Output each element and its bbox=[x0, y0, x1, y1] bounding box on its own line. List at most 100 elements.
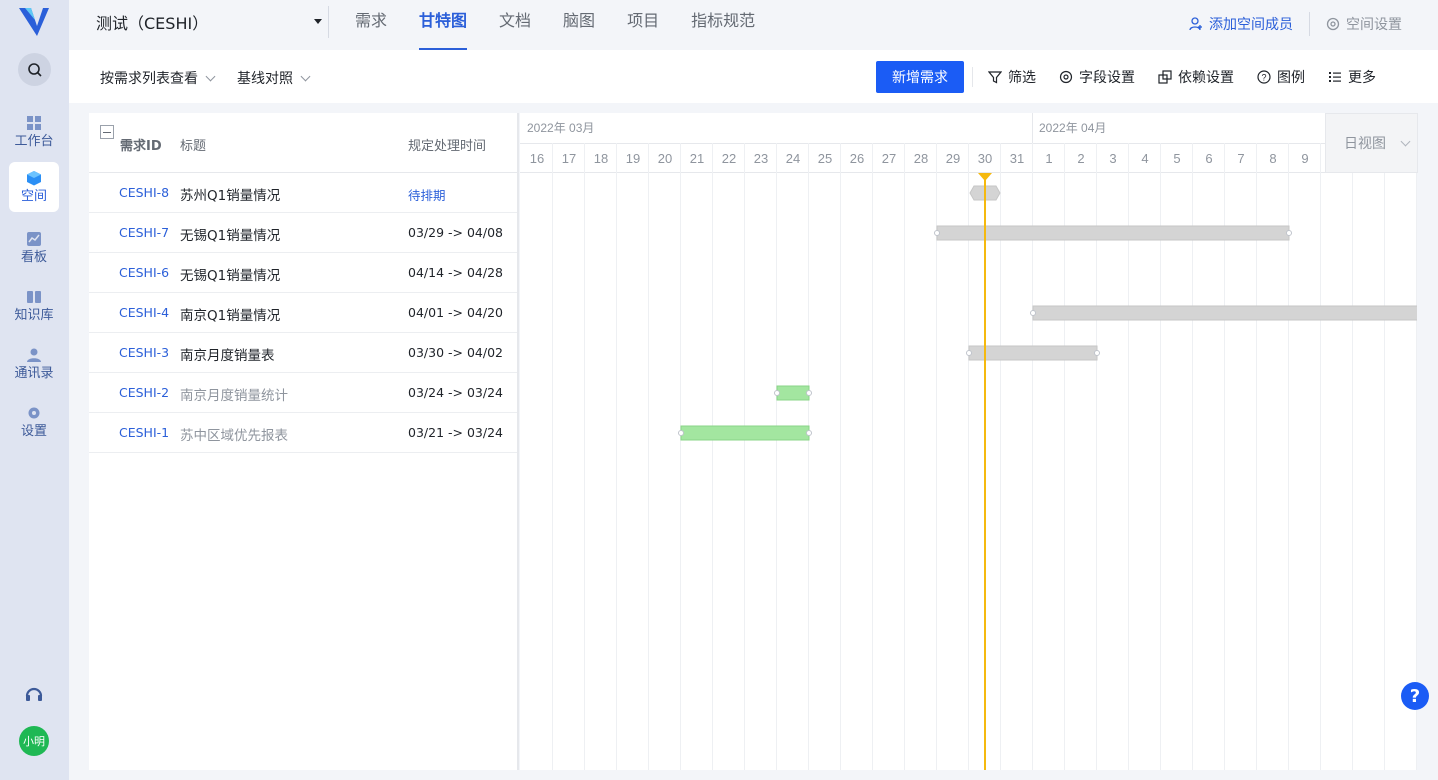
requirement-id-link[interactable]: CESHI-8 bbox=[119, 185, 169, 200]
requirement-title[interactable]: 苏中区域优先报表 bbox=[180, 424, 288, 444]
day-label: 6 bbox=[1205, 151, 1212, 166]
chevron-down-icon bbox=[1400, 136, 1411, 146]
gear-icon bbox=[26, 405, 42, 421]
tab-projects[interactable]: 项目 bbox=[627, 0, 659, 50]
filter-button[interactable]: 筛选 bbox=[988, 67, 1036, 87]
more-button[interactable]: 更多 bbox=[1328, 67, 1376, 87]
nav-item-contacts[interactable]: 通讯录 bbox=[9, 339, 59, 389]
person-icon bbox=[26, 347, 42, 363]
day-label: 27 bbox=[882, 151, 896, 166]
requirement-id-link[interactable]: CESHI-6 bbox=[119, 265, 169, 280]
gantt-canvas[interactable]: 2022年 03月 2022年 04月16 17 18 19 20 21 22 23 24 25 26… bbox=[520, 113, 1417, 770]
requirement-id-link[interactable]: CESHI-3 bbox=[119, 345, 169, 360]
day-label: 8 bbox=[1269, 151, 1276, 166]
requirement-title[interactable]: 苏州Q1销量情况 bbox=[180, 184, 280, 204]
nav-item-board[interactable]: 看板 bbox=[9, 223, 59, 273]
table-row[interactable]: CESHI-2 南京月度销量统计 03/24 -> 03/24 bbox=[89, 373, 517, 413]
nav-item-space[interactable]: 空间 bbox=[9, 162, 59, 212]
day-label: 18 bbox=[594, 151, 608, 166]
more-label: 更多 bbox=[1348, 70, 1376, 86]
nav-item-label: 空间 bbox=[20, 188, 47, 204]
dependency-settings-button[interactable]: 依赖设置 bbox=[1158, 67, 1234, 87]
requirement-id-link[interactable]: CESHI-1 bbox=[119, 425, 169, 440]
global-search-button[interactable] bbox=[18, 53, 51, 86]
space-settings-button[interactable]: 空间设置 bbox=[1326, 14, 1402, 34]
requirement-time: 03/21 -> 03/24 bbox=[408, 425, 503, 440]
day-label: 25 bbox=[818, 151, 832, 166]
day-label: 19 bbox=[626, 151, 640, 166]
bar-handle-start bbox=[966, 350, 972, 356]
nav-item-settings[interactable]: 设置 bbox=[9, 397, 59, 447]
tab-gantt[interactable]: 甘特图 bbox=[419, 0, 468, 50]
requirement-title[interactable]: 无锡Q1销量情况 bbox=[180, 224, 280, 244]
collapse-all-toggle[interactable] bbox=[100, 125, 114, 139]
day-label: 1 bbox=[1045, 151, 1052, 166]
space-selector[interactable]: 测试（CESHI） bbox=[96, 11, 322, 33]
column-header-id: 需求ID bbox=[120, 139, 162, 154]
headset-icon[interactable] bbox=[24, 684, 44, 704]
requirement-id-link[interactable]: CESHI-7 bbox=[119, 225, 169, 240]
bar-handle-end bbox=[1094, 350, 1100, 356]
divider bbox=[972, 67, 973, 87]
table-row[interactable]: CESHI-6 无锡Q1销量情况 04/14 -> 04/28 bbox=[89, 253, 517, 293]
table-row[interactable]: CESHI-7 无锡Q1销量情况 03/29 -> 04/08 bbox=[89, 213, 517, 253]
tab-docs[interactable]: 文档 bbox=[499, 0, 531, 50]
tab-mindmap[interactable]: 脑图 bbox=[563, 0, 595, 50]
requirement-id-link[interactable]: CESHI-4 bbox=[119, 305, 169, 320]
month-label: 2022年 03月 bbox=[527, 121, 594, 135]
day-label: 23 bbox=[754, 151, 768, 166]
table-row[interactable]: CESHI-4 南京Q1销量情况 04/01 -> 04/20 bbox=[89, 293, 517, 333]
user-avatar[interactable]: 小明 bbox=[19, 726, 49, 756]
book-icon bbox=[26, 289, 42, 305]
table-row[interactable]: CESHI-3 南京月度销量表 03/30 -> 04/02 bbox=[89, 333, 517, 373]
caret-down-icon bbox=[314, 19, 322, 24]
baseline-label: 基线对照 bbox=[237, 71, 293, 87]
svg-text:?: ? bbox=[1261, 73, 1266, 83]
day-label: 5 bbox=[1173, 151, 1180, 166]
nav-item-label: 工作台 bbox=[14, 133, 54, 149]
table-row[interactable]: CESHI-1 苏中区域优先报表 03/21 -> 03/24 bbox=[89, 413, 517, 453]
top-actions: 添加空间成员 空间设置 bbox=[1189, 12, 1402, 36]
day-label: 7 bbox=[1237, 151, 1244, 166]
cube-icon bbox=[26, 170, 42, 186]
help-button[interactable]: ? bbox=[1401, 682, 1429, 710]
table-row[interactable]: CESHI-8 苏州Q1销量情况 待排期 bbox=[89, 173, 517, 213]
column-header-time: 规定处理时间 bbox=[408, 139, 487, 154]
view-mode-label: 按需求列表查看 bbox=[100, 71, 198, 87]
bar-handle-start bbox=[774, 390, 780, 396]
baseline-select[interactable]: 基线对照 bbox=[237, 68, 311, 88]
new-requirement-button[interactable]: 新增需求 bbox=[876, 61, 964, 93]
bar-handle-start bbox=[678, 430, 684, 436]
table-body: CESHI-8 苏州Q1销量情况 待排期 CESHI-7 无锡Q1销量情况 03/29 -… bbox=[89, 173, 517, 453]
add-member-button[interactable]: 添加空间成员 bbox=[1189, 14, 1293, 34]
day-label: 17 bbox=[562, 151, 576, 166]
add-member-label: 添加空间成员 bbox=[1209, 17, 1293, 33]
month-label: 2022年 04月 bbox=[1039, 121, 1106, 135]
requirement-id-link[interactable]: CESHI-2 bbox=[119, 385, 169, 400]
nav-item-knowledge[interactable]: 知识库 bbox=[9, 281, 59, 331]
nav-item-label: 看板 bbox=[20, 249, 47, 265]
day-label: 20 bbox=[658, 151, 672, 166]
app-logo-icon[interactable] bbox=[17, 6, 51, 38]
day-label: 31 bbox=[1010, 151, 1024, 166]
tab-requirements[interactable]: 需求 bbox=[355, 0, 387, 50]
requirement-title[interactable]: 南京月度销量统计 bbox=[180, 384, 288, 404]
requirement-title[interactable]: 无锡Q1销量情况 bbox=[180, 264, 280, 284]
nav-item-workbench[interactable]: 工作台 bbox=[9, 107, 59, 157]
requirement-title[interactable]: 南京月度销量表 bbox=[180, 344, 275, 364]
view-mode-select[interactable]: 按需求列表查看 bbox=[100, 68, 216, 88]
help-circle-icon: ? bbox=[1257, 70, 1271, 84]
legend-label: 图例 bbox=[1277, 70, 1305, 86]
legend-button[interactable]: ? 图例 bbox=[1257, 67, 1305, 87]
space-name: 测试（CESHI） bbox=[96, 14, 209, 33]
bar-handle-end bbox=[806, 430, 812, 436]
requirement-table: 需求ID 标题 规定处理时间 CESHI-8 苏州Q1销量情况 待排期 CESHI-7… bbox=[89, 113, 519, 770]
tab-metrics[interactable]: 指标规范 bbox=[691, 0, 755, 50]
task-bar bbox=[1032, 305, 1417, 321]
requirement-title[interactable]: 南京Q1销量情况 bbox=[180, 304, 280, 324]
timescale-select[interactable]: 日视图 bbox=[1325, 113, 1418, 173]
field-settings-button[interactable]: 字段设置 bbox=[1059, 67, 1135, 87]
timescale-label: 日视图 bbox=[1344, 136, 1386, 152]
requirement-time: 03/30 -> 04/02 bbox=[408, 345, 503, 360]
nav-item-label: 知识库 bbox=[14, 307, 54, 323]
